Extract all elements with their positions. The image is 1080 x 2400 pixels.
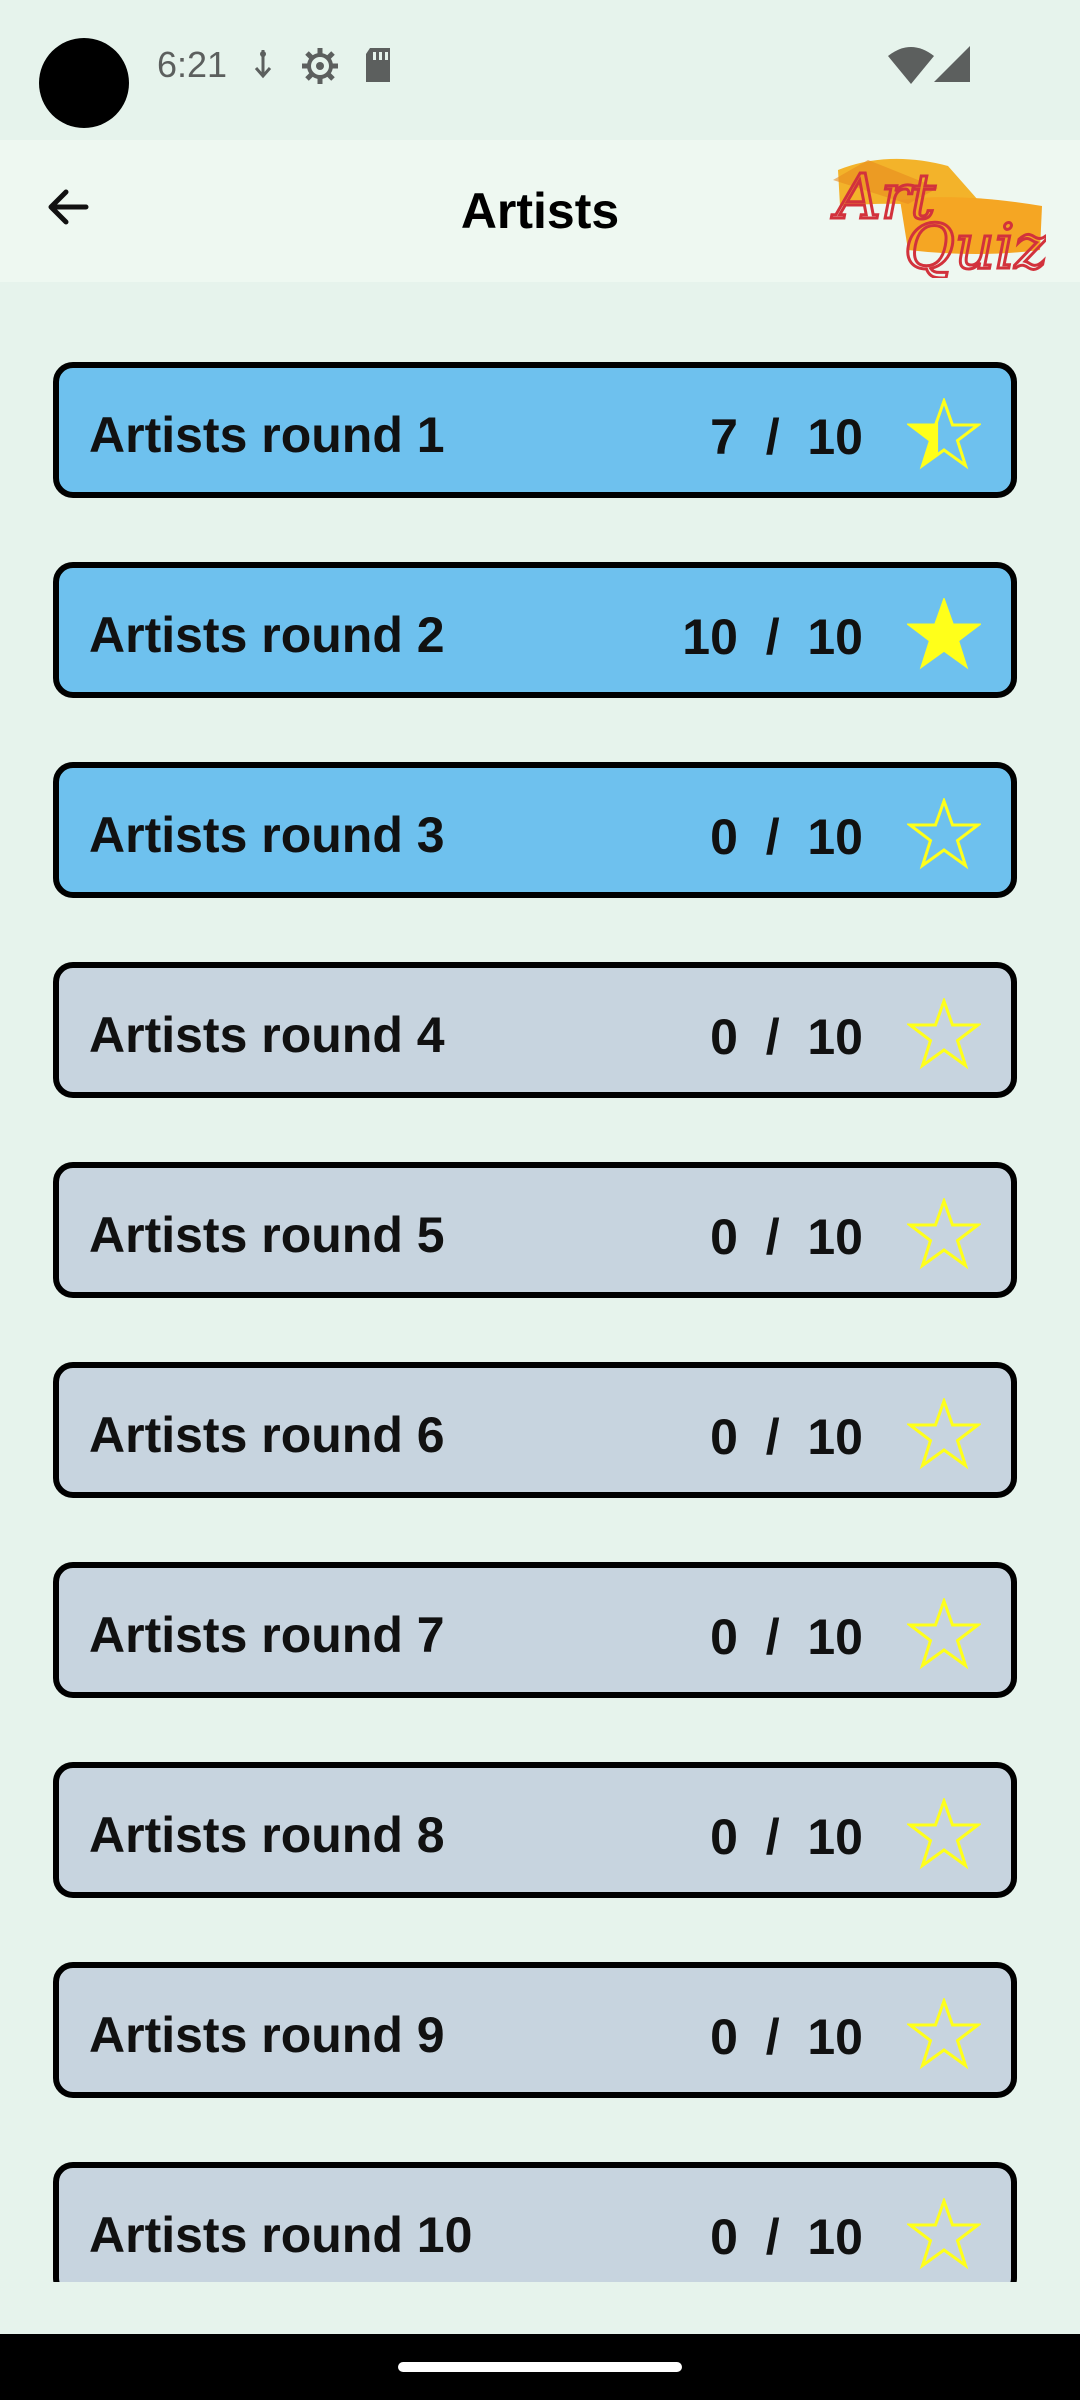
star-empty-icon	[907, 798, 981, 870]
round-score: 0 / 10	[710, 1409, 863, 1465]
round-label: Artists round 1	[89, 407, 445, 463]
art-quiz-logo: Art Quiz	[830, 159, 1047, 279]
status-time: 6:21	[157, 44, 228, 85]
round-score: 7 / 10	[710, 409, 863, 465]
star-full-icon	[907, 598, 981, 670]
round-score: 0 / 10	[710, 1209, 863, 1265]
round-label: Artists round 5	[89, 1207, 445, 1263]
star-empty-icon	[907, 1998, 981, 2070]
star-half-icon	[907, 398, 981, 470]
round-card[interactable]: Artists round 10 0 / 10	[53, 2162, 1017, 2282]
round-score: 0 / 10	[710, 1609, 863, 1665]
svg-text:Quiz: Quiz	[904, 210, 1046, 278]
status-bar: 6:21	[0, 0, 1080, 140]
wifi-icon	[888, 47, 934, 84]
round-score: 0 / 10	[710, 1009, 863, 1065]
navigation-bar	[0, 2334, 1080, 2400]
round-card[interactable]: Artists round 1 7 / 10	[53, 362, 1017, 498]
cell-signal-icon	[934, 46, 970, 82]
star-empty-icon	[907, 1198, 981, 1270]
star-empty-icon	[907, 1598, 981, 1670]
round-card[interactable]: Artists round 4 0 / 10	[53, 962, 1017, 1098]
round-label: Artists round 9	[89, 2007, 445, 2063]
round-card[interactable]: Artists round 2 10 / 10	[53, 562, 1017, 698]
app-bar: Artists Art Quiz	[0, 140, 1080, 282]
round-label: Artists round 6	[89, 1407, 445, 1463]
round-score: 0 / 10	[710, 2009, 863, 2065]
round-card[interactable]: Artists round 5 0 / 10	[53, 1162, 1017, 1298]
round-score: 10 / 10	[682, 609, 863, 665]
round-card[interactable]: Artists round 6 0 / 10	[53, 1362, 1017, 1498]
sd-card-icon	[366, 48, 390, 82]
round-label: Artists round 4	[89, 1007, 445, 1063]
round-label: Artists round 3	[89, 807, 445, 863]
star-empty-icon	[907, 1398, 981, 1470]
round-card[interactable]: Artists round 3 0 / 10	[53, 762, 1017, 898]
round-card[interactable]: Artists round 7 0 / 10	[53, 1562, 1017, 1698]
home-gesture-handle[interactable]	[398, 2362, 682, 2372]
usb-debug-icon	[254, 50, 272, 79]
round-score: 0 / 10	[710, 809, 863, 865]
round-label: Artists round 2	[89, 607, 445, 663]
rounds-list: Artists round 1 7 / 10 Artists round 2 10 /…	[0, 282, 1080, 2282]
round-card[interactable]: Artists round 8 0 / 10	[53, 1762, 1017, 1898]
round-score: 0 / 10	[710, 1809, 863, 1865]
star-empty-icon	[907, 998, 981, 1070]
round-card[interactable]: Artists round 9 0 / 10	[53, 1962, 1017, 2098]
star-empty-icon	[907, 2198, 981, 2270]
round-label: Artists round 8	[89, 1807, 445, 1863]
round-label: Artists round 7	[89, 1607, 445, 1663]
camera-cutout	[39, 38, 129, 128]
star-empty-icon	[907, 1798, 981, 1870]
settings-gear-icon	[302, 48, 338, 84]
round-label: Artists round 10	[89, 2207, 473, 2263]
round-score: 0 / 10	[710, 2209, 863, 2265]
